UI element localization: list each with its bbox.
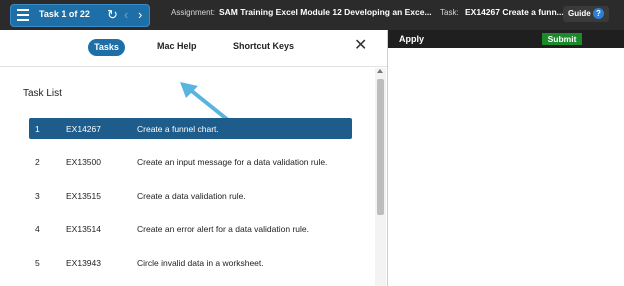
- task-code: EX13514: [66, 224, 101, 234]
- task-list-title: Task List: [23, 88, 62, 99]
- task-list-scrollbar[interactable]: [375, 68, 386, 286]
- task-code: EX14267: [66, 124, 101, 134]
- apply-label: Apply: [399, 34, 425, 44]
- task-row[interactable]: 5 EX13943 Circle invalid data in a works…: [29, 252, 352, 273]
- previous-task-icon[interactable]: ‹: [124, 6, 128, 24]
- task-navigation: Task 1 of 22 ↻ ‹ ›: [10, 4, 150, 27]
- task-number: 4: [35, 224, 40, 234]
- task-row[interactable]: 4 EX13514 Create an error alert for a da…: [29, 218, 352, 239]
- task-number: 2: [35, 157, 40, 167]
- close-icon[interactable]: ✕: [354, 36, 367, 56]
- task-number: 3: [35, 191, 40, 201]
- task-code: EX13943: [66, 258, 101, 268]
- task-label: Task:: [440, 8, 459, 17]
- task-row[interactable]: 1 EX14267 Create a funnel chart.: [29, 118, 352, 139]
- guide-label: Guide: [568, 9, 591, 18]
- top-bar: Task 1 of 22 ↻ ‹ › Assignment: SAM Train…: [0, 0, 624, 30]
- current-task-name: EX14267 Create a funn...: [465, 7, 564, 17]
- reset-icon[interactable]: ↻: [107, 6, 118, 24]
- scroll-thumb[interactable]: [377, 79, 384, 215]
- task-row[interactable]: 3 EX13515 Create a data validation rule.: [29, 185, 352, 206]
- tab-shortcut-keys[interactable]: Shortcut Keys: [233, 41, 294, 51]
- task-description: Circle invalid data in a worksheet.: [137, 258, 264, 268]
- task-code: EX13515: [66, 191, 101, 201]
- task-description: Create an input message for a data valid…: [137, 157, 328, 167]
- panel-tabs: Tasks Mac Help Shortcut Keys ✕: [0, 30, 387, 67]
- task-description: Create a data validation rule.: [137, 191, 246, 201]
- hamburger-menu-icon[interactable]: [17, 9, 29, 21]
- task-description: Create an error alert for a data validat…: [137, 224, 309, 234]
- scroll-up-icon[interactable]: [377, 69, 383, 73]
- task-description: Create a funnel chart.: [137, 124, 219, 134]
- submit-button[interactable]: Submit: [542, 33, 582, 45]
- guide-button[interactable]: Guide ?: [563, 6, 609, 22]
- assignment-label: Assignment:: [171, 8, 216, 17]
- help-icon: ?: [593, 8, 604, 19]
- next-task-icon[interactable]: ›: [138, 6, 142, 24]
- tab-tasks[interactable]: Tasks: [88, 39, 125, 56]
- task-panel: Tasks Mac Help Shortcut Keys ✕ Task List…: [0, 30, 388, 286]
- task-number: 5: [35, 258, 40, 268]
- assignment-name: SAM Training Excel Module 12 Developing …: [219, 7, 432, 17]
- tab-mac-help[interactable]: Mac Help: [157, 41, 197, 51]
- apply-bar: Apply Submit: [388, 30, 624, 48]
- task-number: 1: [35, 124, 40, 134]
- task-row[interactable]: 2 EX13500 Create an input message for a …: [29, 151, 352, 172]
- task-code: EX13500: [66, 157, 101, 167]
- task-counter: Task 1 of 22: [39, 9, 90, 19]
